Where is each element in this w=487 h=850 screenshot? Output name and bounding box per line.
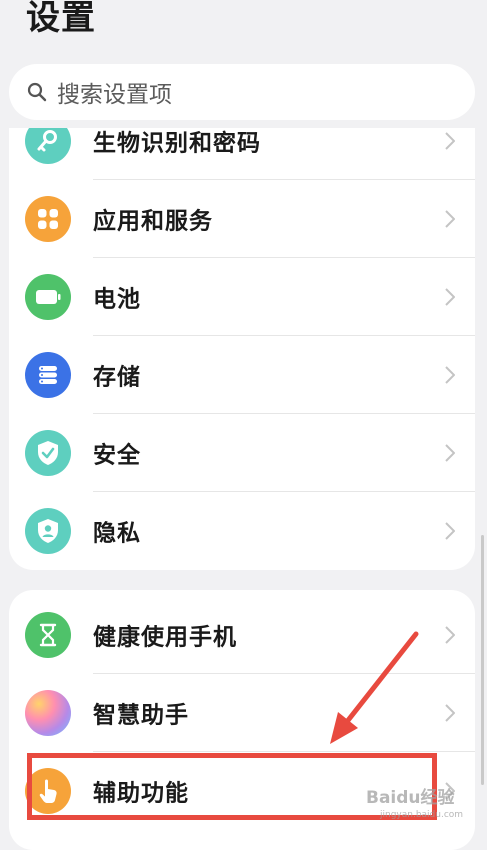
settings-item-biometrics-password[interactable]: 生物识别和密码: [9, 128, 475, 180]
chevron-right-icon: [445, 210, 455, 228]
chevron-right-icon: [445, 704, 455, 722]
search-placeholder: 搜索设置项: [57, 82, 172, 108]
settings-item-security[interactable]: 安全: [9, 414, 475, 492]
settings-item-label: 电池: [93, 286, 141, 313]
scrollbar[interactable]: [481, 535, 484, 785]
settings-item-label: 生物识别和密码: [93, 130, 261, 157]
assistant-orb-icon: [25, 690, 71, 736]
settings-item-label: 智慧助手: [93, 702, 189, 729]
watermark-logo: Baidu经验: [366, 788, 455, 808]
annotation-arrow: [330, 631, 419, 744]
watermark-url: jingyan.baidu.com: [380, 810, 464, 820]
search-bar[interactable]: 搜索设置项: [9, 64, 475, 120]
privacy-shield-icon: [25, 508, 71, 554]
settings-item-apps-services[interactable]: 应用和服务: [9, 180, 475, 258]
settings-item-label: 应用和服务: [93, 208, 213, 235]
settings-group-1: 生物识别和密码 应用和服务 电池 存储 安全 隐私: [9, 128, 475, 570]
chevron-right-icon: [445, 626, 455, 644]
hourglass-icon: [25, 612, 71, 658]
chevron-right-icon: [445, 522, 455, 540]
apps-grid-icon: [25, 196, 71, 242]
settings-item-label: 健康使用手机: [93, 624, 237, 651]
settings-item-label: 隐私: [93, 520, 141, 547]
battery-icon: [25, 274, 71, 320]
settings-item-label: 存储: [93, 364, 141, 391]
settings-item-battery[interactable]: 电池: [9, 258, 475, 336]
search-icon: [27, 82, 47, 102]
page-title: 设置: [26, 0, 96, 38]
chevron-right-icon: [445, 366, 455, 384]
storage-icon: [25, 352, 71, 398]
chevron-right-icon: [445, 288, 455, 306]
chevron-right-icon: [445, 444, 455, 462]
key-icon: [25, 128, 71, 164]
settings-item-label: 安全: [93, 442, 141, 469]
settings-item-privacy[interactable]: 隐私: [9, 492, 475, 570]
shield-check-icon: [25, 430, 71, 476]
settings-item-storage[interactable]: 存储: [9, 336, 475, 414]
chevron-right-icon: [445, 132, 455, 150]
